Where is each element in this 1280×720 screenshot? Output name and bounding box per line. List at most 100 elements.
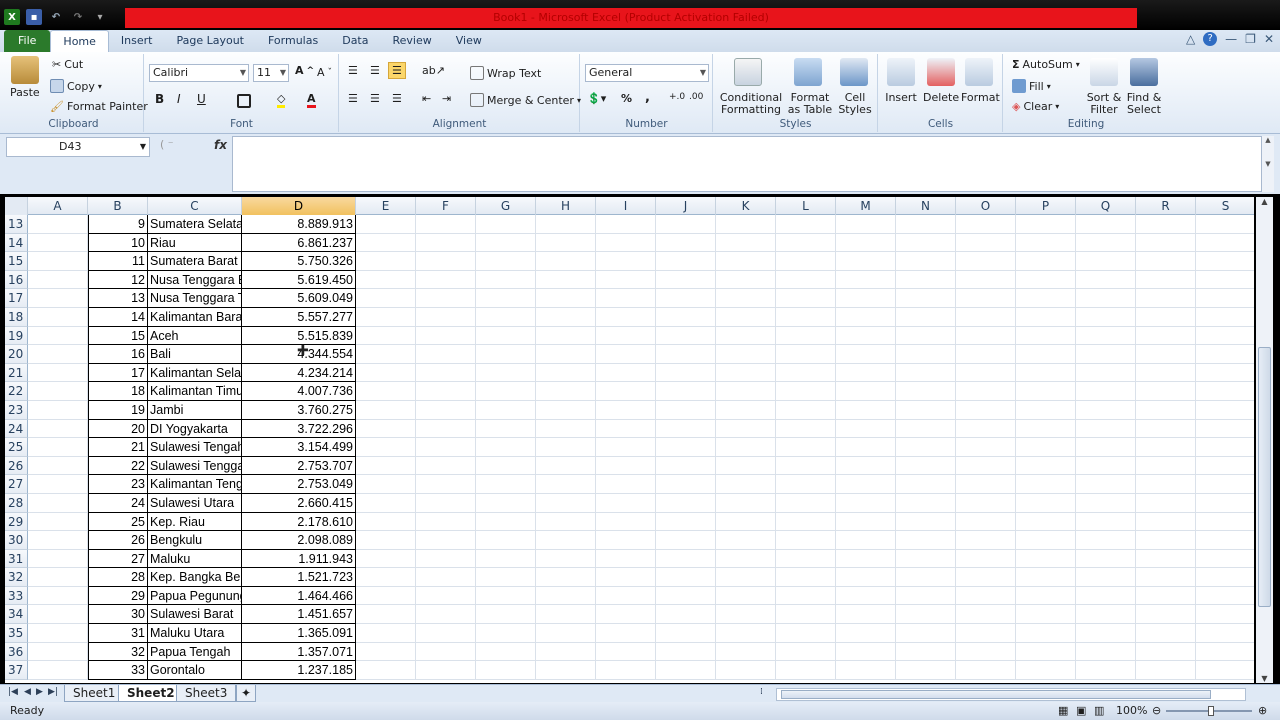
cell-empty[interactable] — [476, 568, 536, 587]
column-header-e[interactable]: E — [356, 197, 416, 215]
cell-empty[interactable] — [836, 605, 896, 625]
page-break-view-icon[interactable]: ▥ — [1094, 702, 1104, 720]
cell-province[interactable]: Sulawesi Tengah — [148, 438, 242, 457]
format-button[interactable]: Format — [961, 92, 1000, 104]
cell-population[interactable]: 3.722.296 — [242, 419, 356, 439]
row-header[interactable]: 24 — [5, 419, 28, 439]
cell-empty[interactable] — [596, 568, 656, 587]
cell-empty[interactable] — [716, 531, 776, 550]
cell-province[interactable]: Sulawesi Tenggara — [148, 456, 242, 476]
find-select-button[interactable]: Find & Select — [1124, 92, 1164, 116]
cell-empty[interactable] — [28, 549, 88, 569]
cell-empty[interactable] — [1136, 531, 1196, 550]
number-format-combo[interactable]: General ▼ — [585, 64, 709, 82]
cell-empty[interactable] — [356, 215, 416, 234]
cell-population[interactable]: 8.889.913 — [242, 215, 356, 234]
cell-empty[interactable] — [1136, 345, 1196, 364]
cell-empty[interactable] — [776, 289, 836, 308]
cell-empty[interactable] — [1016, 624, 1076, 643]
cell-empty[interactable] — [956, 493, 1016, 513]
cell-empty[interactable] — [776, 438, 836, 457]
cell-empty[interactable] — [1016, 661, 1076, 680]
italic-button[interactable]: I — [177, 92, 181, 106]
cell-empty[interactable] — [28, 252, 88, 271]
cell-empty[interactable] — [476, 400, 536, 420]
cell-empty[interactable] — [1136, 326, 1196, 346]
cell-number[interactable]: 26 — [88, 531, 148, 550]
insert-sheet-icon[interactable]: ✦ — [236, 685, 257, 702]
orientation-icon[interactable]: ab↗ — [422, 64, 445, 77]
cell-empty[interactable] — [1196, 420, 1254, 439]
cell-empty[interactable] — [956, 419, 1016, 439]
cell-empty[interactable] — [836, 493, 896, 513]
cell-empty[interactable] — [776, 624, 836, 643]
cell-empty[interactable] — [596, 215, 656, 234]
cell-empty[interactable] — [896, 531, 956, 550]
cell-province[interactable]: Bengkulu — [148, 531, 242, 550]
name-box[interactable]: D43 ▼ — [6, 137, 150, 157]
cell-empty[interactable] — [776, 419, 836, 439]
last-sheet-icon[interactable]: ▶| — [48, 687, 58, 697]
cell-empty[interactable] — [28, 605, 88, 625]
cell-empty[interactable] — [356, 382, 416, 401]
cell-population[interactable]: 1.451.657 — [242, 605, 356, 625]
horizontal-scroll-thumb[interactable] — [781, 690, 1211, 699]
cell-empty[interactable] — [1076, 512, 1136, 532]
row-header[interactable]: 19 — [5, 326, 28, 346]
cell-province[interactable]: Sumatera Selatan — [148, 215, 242, 234]
formula-bar-scroll[interactable]: ▲ ▼ — [1262, 136, 1274, 192]
cell-empty[interactable] — [1016, 438, 1076, 457]
cell-empty[interactable] — [1196, 438, 1254, 457]
cell-number[interactable]: 10 — [88, 233, 148, 253]
cell-empty[interactable] — [776, 400, 836, 420]
cell-empty[interactable] — [1196, 289, 1254, 308]
cell-empty[interactable] — [896, 661, 956, 680]
cell-empty[interactable] — [1076, 531, 1136, 550]
cell-empty[interactable] — [656, 326, 716, 346]
grow-font-button[interactable]: A ^ — [295, 64, 314, 77]
cell-empty[interactable] — [356, 624, 416, 643]
cell-empty[interactable] — [716, 624, 776, 643]
cell-empty[interactable] — [416, 400, 476, 420]
font-size-combo[interactable]: 11 ▼ — [253, 64, 289, 82]
cell-empty[interactable] — [1076, 642, 1136, 662]
cell-province[interactable]: Aceh — [148, 326, 242, 346]
cell-population[interactable]: 6.861.237 — [242, 233, 356, 253]
merge-center-button[interactable]: Merge & Center ▾ — [470, 93, 581, 107]
cell-empty[interactable] — [28, 661, 88, 680]
cell-empty[interactable] — [356, 419, 416, 439]
cell-empty[interactable] — [836, 475, 896, 494]
cell-empty[interactable] — [476, 270, 536, 290]
cell-empty[interactable] — [776, 586, 836, 606]
row-header[interactable]: 33 — [5, 586, 28, 606]
cell-empty[interactable] — [716, 307, 776, 327]
cell-empty[interactable] — [416, 586, 476, 606]
row-header[interactable]: 22 — [5, 382, 28, 401]
cell-province[interactable]: Papua Pegunungan — [148, 586, 242, 606]
cell-province[interactable]: Nusa Tenggara Timur — [148, 289, 242, 308]
row-header[interactable]: 27 — [5, 475, 28, 494]
cell-empty[interactable] — [956, 252, 1016, 271]
increase-indent-icon[interactable]: ⇥ — [442, 92, 451, 105]
cell-empty[interactable] — [1136, 661, 1196, 680]
cell-empty[interactable] — [836, 586, 896, 606]
zoom-slider-knob[interactable] — [1208, 706, 1214, 716]
cell-empty[interactable] — [596, 642, 656, 662]
cell-empty[interactable] — [416, 642, 476, 662]
cell-empty[interactable] — [956, 586, 1016, 606]
cell-province[interactable]: Nusa Tenggara Barat — [148, 270, 242, 290]
tab-review[interactable]: Review — [380, 30, 443, 52]
cell-empty[interactable] — [716, 438, 776, 457]
cell-empty[interactable] — [1076, 419, 1136, 439]
cell-population[interactable]: 2.178.610 — [242, 512, 356, 532]
cell-empty[interactable] — [28, 270, 88, 290]
cell-number[interactable]: 15 — [88, 326, 148, 346]
cell-empty[interactable] — [836, 400, 896, 420]
cell-empty[interactable] — [1196, 271, 1254, 290]
bold-button[interactable]: B — [155, 92, 164, 106]
sort-filter-button[interactable]: Sort & Filter — [1084, 92, 1124, 116]
cell-empty[interactable] — [776, 642, 836, 662]
ribbon-minimize-icon[interactable]: △ — [1186, 32, 1195, 46]
cell-empty[interactable] — [1196, 643, 1254, 662]
column-header-b[interactable]: B — [88, 197, 148, 215]
